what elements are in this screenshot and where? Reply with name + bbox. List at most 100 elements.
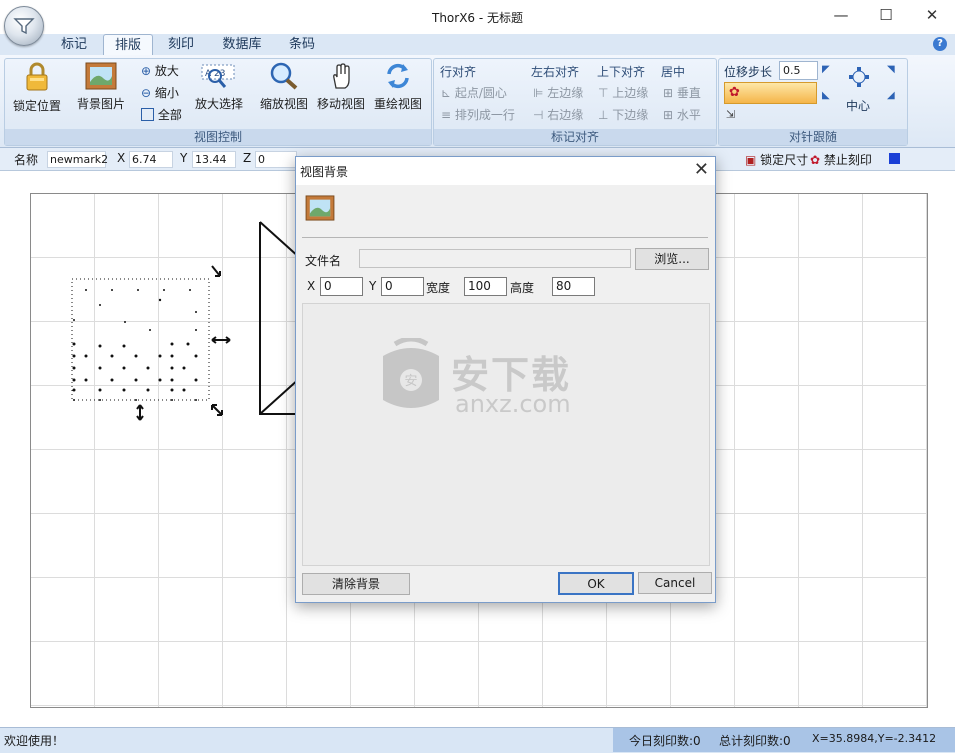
follow-target-button[interactable]: ✿ — [724, 82, 817, 104]
center-horizontal-button[interactable]: ⊞ 水平 — [663, 106, 701, 123]
height-input[interactable]: 80 — [552, 277, 595, 296]
align-left-button[interactable]: ⊫ 左边缘 — [533, 84, 583, 101]
align-left-icon: ⊫ — [533, 86, 548, 100]
picture-icon — [305, 195, 335, 221]
hand-icon — [333, 63, 350, 89]
minimize-button[interactable]: — — [818, 0, 864, 32]
arrange-row-button[interactable]: ≡ 排列成一行 — [441, 106, 515, 123]
color-swatch[interactable] — [889, 153, 900, 164]
align-bottom-button[interactable]: ⊥ 下边缘 — [598, 106, 648, 123]
corner-arrow-icon[interactable]: ⇲ — [726, 108, 735, 121]
width-input[interactable]: 100 — [464, 277, 507, 296]
center-vertical-button[interactable]: ⊞ 垂直 — [663, 84, 701, 101]
center-cross-icon[interactable] — [848, 66, 870, 88]
move-up-right-icon[interactable]: ◥ — [887, 64, 895, 75]
zoom-view-button[interactable]: 缩放视图 — [255, 62, 313, 112]
tab-mark[interactable]: 标记 — [54, 34, 94, 55]
arrange-row-icon: ≡ — [441, 108, 455, 122]
center-button[interactable]: 中心 — [846, 97, 870, 114]
lock-size-label: 锁定尺寸 — [760, 153, 809, 167]
lock-position-label: 锁定位置 — [12, 99, 61, 113]
zoom-select-label: 放大选择 — [194, 97, 243, 111]
no-engrave-button[interactable]: ✿ 禁止刻印 — [810, 151, 872, 168]
padlock-icon — [26, 62, 48, 91]
no-engrave-icon: ✿ — [810, 153, 824, 167]
x-input[interactable]: 0 — [320, 277, 363, 296]
welcome-text: 欢迎使用！ — [4, 734, 65, 748]
svg-text:安: 安 — [404, 374, 417, 389]
y-label: Y — [369, 279, 377, 293]
zoom-in-button[interactable]: ⊕ 放大 — [141, 62, 179, 79]
redraw-view-label: 重绘视图 — [373, 97, 422, 111]
move-view-button[interactable]: 移动视图 — [312, 62, 370, 112]
tab-barcode[interactable]: 条码 — [280, 34, 324, 55]
zoom-out-button[interactable]: ⊖ 缩小 — [141, 84, 179, 101]
cursor-coords: X=35.8984,Y=-2.3412 — [812, 732, 937, 745]
align-right-label: 右边缘 — [547, 108, 584, 122]
zoom-all-icon — [141, 108, 154, 121]
redraw-view-button[interactable]: 重绘视图 — [369, 62, 427, 112]
lock-size-icon: ▣ — [745, 153, 761, 167]
ok-button[interactable]: OK — [558, 572, 634, 595]
cancel-button[interactable]: Cancel — [638, 572, 712, 594]
y-label: Y — [180, 151, 188, 165]
resize-handles[interactable] — [136, 265, 231, 421]
background-image-button[interactable]: 背景图片 — [72, 62, 130, 112]
tab-database[interactable]: 数据库 — [214, 34, 270, 55]
move-up-left-icon[interactable]: ◤ — [822, 64, 830, 75]
background-image-label: 背景图片 — [76, 97, 125, 111]
help-icon[interactable]: ? — [933, 37, 947, 51]
x-input[interactable]: 6.74 — [129, 151, 173, 168]
dialog-title: 视图背景 — [300, 165, 349, 179]
y-input[interactable]: 0 — [381, 277, 424, 296]
rectangle-shape[interactable] — [255, 218, 300, 418]
zoom-in-icon: ⊕ — [141, 64, 152, 78]
step-input[interactable]: 0.5 — [779, 61, 818, 80]
dialog-close-button[interactable]: ✕ — [694, 159, 709, 180]
y-input[interactable]: 13.44 — [192, 151, 236, 168]
align-top-label: 上边缘 — [612, 86, 649, 100]
dialog-divider — [302, 237, 708, 238]
align-right-button[interactable]: ⊣ 右边缘 — [533, 106, 583, 123]
tab-layout[interactable]: 排版 — [103, 34, 153, 57]
align-top-button[interactable]: ⊤ 上边缘 — [598, 84, 648, 101]
align-origin-button[interactable]: ⊾ 起点/圆心 — [441, 84, 507, 101]
lock-size-button[interactable]: ▣ 锁定尺寸 — [745, 151, 808, 168]
maximize-button[interactable]: ☐ — [863, 0, 909, 32]
lock-position-button[interactable]: 锁定位置 — [8, 62, 66, 114]
x-label: X — [117, 151, 126, 165]
align-left-label: 左边缘 — [547, 86, 584, 100]
tab-engrave[interactable]: 刻印 — [160, 34, 202, 55]
center-horizontal-label: 水平 — [676, 108, 701, 122]
zoom-all-label: 全部 — [157, 108, 182, 122]
arrange-row-label: 排列成一行 — [454, 108, 515, 122]
refresh-icon — [387, 63, 409, 89]
view-background-dialog: 视图背景 ✕ 文件名 浏览... X 0 Y 0 宽度 100 高度 80 安 … — [295, 156, 716, 603]
step-label: 位移步长 — [724, 65, 773, 79]
app-menu-button[interactable] — [4, 6, 44, 46]
move-down-right-icon[interactable]: ◢ — [887, 90, 895, 101]
z-input[interactable]: 0 — [255, 151, 297, 168]
zoom-all-button[interactable]: 全部 — [141, 106, 182, 123]
clear-background-button[interactable]: 清除背景 — [302, 573, 410, 595]
name-input[interactable]: newmark2 — [47, 151, 108, 168]
move-down-left-icon[interactable]: ◣ — [822, 90, 830, 101]
center-vertical-icon: ⊞ — [663, 86, 677, 100]
center-align-header: 居中 — [661, 65, 686, 79]
align-bottom-label: 下边缘 — [612, 108, 649, 122]
ud-align-header: 上下对齐 — [597, 65, 646, 79]
red-target-icon: ✿ — [729, 85, 740, 100]
group-label: 视图控制 — [5, 129, 431, 145]
center-horizontal-icon: ⊞ — [663, 108, 677, 122]
x-label: X — [307, 279, 316, 293]
name-label: 名称 — [14, 153, 39, 167]
zoom-select-button[interactable]: A 23 放大选择 — [190, 62, 248, 112]
browse-button[interactable]: 浏览... — [635, 248, 709, 270]
close-window-button[interactable]: ✕ — [909, 0, 955, 32]
watermark-en: anxz.com — [455, 390, 571, 418]
filename-input[interactable] — [359, 249, 631, 268]
selected-mark-object[interactable] — [60, 250, 260, 440]
align-origin-label: 起点/圆心 — [454, 86, 507, 100]
lr-align-header: 左右对齐 — [531, 65, 580, 79]
width-label: 宽度 — [426, 281, 451, 295]
